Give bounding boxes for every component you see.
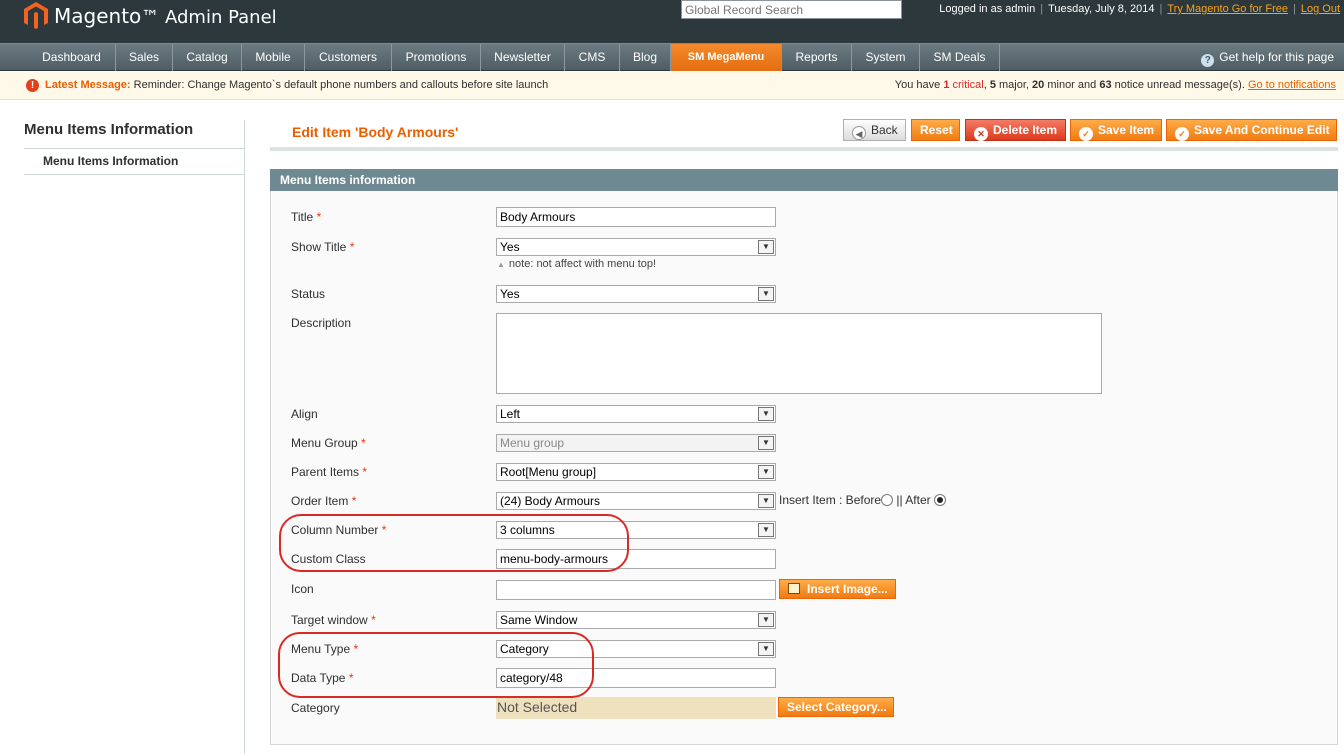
chevron-down-icon: ▼ bbox=[758, 642, 774, 656]
show-title-select[interactable]: Yes ▼ bbox=[496, 238, 776, 256]
insert-image-button[interactable]: Insert Image... bbox=[779, 579, 896, 599]
nav-reports[interactable]: Reports bbox=[782, 44, 852, 71]
admin-header: Magento™ Admin Panel Logged in as admin|… bbox=[0, 0, 1344, 43]
nav-promotions[interactable]: Promotions bbox=[392, 44, 481, 71]
reset-button[interactable]: Reset bbox=[911, 119, 960, 141]
insert-before-radio[interactable] bbox=[881, 494, 894, 506]
annotation-highlight-menu-data-type bbox=[278, 632, 594, 698]
back-button[interactable]: ◀ Back bbox=[843, 119, 906, 141]
nav-sales[interactable]: Sales bbox=[116, 44, 173, 71]
parent-items-label: Parent Items * bbox=[291, 465, 368, 479]
icon-input[interactable] bbox=[496, 580, 776, 600]
delete-item-button[interactable]: ✕ Delete Item bbox=[965, 119, 1066, 141]
sidebar-border bbox=[244, 120, 245, 754]
magento-logo[interactable]: Magento™ Admin Panel bbox=[24, 1, 277, 31]
icon-label: Icon bbox=[291, 582, 314, 596]
nav-mobile[interactable]: Mobile bbox=[242, 44, 305, 71]
nav-customers[interactable]: Customers bbox=[305, 44, 392, 71]
help-label: Get help for this page bbox=[1219, 50, 1334, 64]
annotation-highlight-column-class bbox=[279, 514, 629, 572]
chevron-down-icon: ▼ bbox=[758, 465, 774, 479]
align-select[interactable]: Left ▼ bbox=[496, 405, 776, 423]
fieldset-title: Menu Items information bbox=[270, 169, 1338, 191]
help-icon: ? bbox=[1201, 54, 1215, 67]
chevron-down-icon: ▼ bbox=[758, 613, 774, 627]
insert-after-radio[interactable] bbox=[933, 494, 946, 506]
nav-sm-megamenu[interactable]: SM MegaMenu bbox=[671, 44, 782, 71]
main-nav: Dashboard Sales Catalog Mobile Customers… bbox=[0, 43, 1344, 71]
align-label: Align bbox=[291, 407, 318, 421]
magento-logo-icon bbox=[24, 2, 48, 29]
chevron-down-icon: ▼ bbox=[758, 523, 774, 537]
show-title-note: ▲ note: not affect with menu top! bbox=[497, 258, 657, 270]
menu-group-select: Menu group ▼ bbox=[496, 434, 776, 452]
back-arrow-icon: ◀ bbox=[852, 126, 866, 140]
content-header-divider bbox=[270, 147, 1338, 151]
panel-title: Admin Panel bbox=[165, 7, 277, 28]
chevron-down-icon: ▼ bbox=[758, 407, 774, 421]
chevron-down-icon: ▼ bbox=[758, 494, 774, 508]
chevron-down-icon: ▼ bbox=[758, 436, 774, 450]
nav-blog[interactable]: Blog bbox=[620, 44, 671, 71]
description-textarea[interactable] bbox=[496, 313, 1102, 394]
brand-name: Magento bbox=[54, 4, 142, 28]
status-select[interactable]: Yes ▼ bbox=[496, 285, 776, 303]
date-text: Tuesday, July 8, 2014 bbox=[1048, 3, 1155, 15]
chevron-down-icon: ▼ bbox=[758, 287, 774, 301]
nav-system[interactable]: System bbox=[852, 44, 920, 71]
menu-group-label: Menu Group * bbox=[291, 436, 366, 450]
latest-message-text: Reminder: Change Magento`s default phone… bbox=[133, 79, 549, 91]
save-item-button[interactable]: ✓ Save Item bbox=[1070, 119, 1162, 141]
note-triangle-icon: ▲ bbox=[497, 260, 505, 269]
checkmark-icon: ✓ bbox=[1175, 127, 1189, 141]
category-label: Category bbox=[291, 701, 340, 715]
nav-sm-deals[interactable]: SM Deals bbox=[920, 44, 1000, 71]
sidebar-title: Menu Items Information bbox=[24, 121, 194, 138]
insert-item-position: Insert Item : Before || After bbox=[779, 493, 946, 507]
tab-menu-items-information[interactable]: Menu Items Information bbox=[24, 149, 245, 175]
description-label: Description bbox=[291, 316, 352, 330]
help-link[interactable]: ? Get help for this page bbox=[1201, 44, 1334, 70]
logout-link[interactable]: Log Out bbox=[1301, 3, 1340, 15]
target-window-select[interactable]: Same Window ▼ bbox=[496, 611, 776, 629]
nav-cms[interactable]: CMS bbox=[565, 44, 620, 71]
checkmark-icon: ✓ bbox=[1079, 127, 1093, 141]
category-value: Not Selected bbox=[496, 697, 776, 719]
order-item-select[interactable]: (24) Body Armours ▼ bbox=[496, 492, 776, 510]
logged-in-text: Logged in as admin bbox=[939, 3, 1036, 15]
system-message-bar: ! Latest Message: Reminder: Change Magen… bbox=[0, 71, 1344, 100]
show-title-label: Show Title * bbox=[291, 240, 355, 254]
title-input[interactable]: Body Armours bbox=[496, 207, 776, 227]
chevron-down-icon: ▼ bbox=[758, 240, 774, 254]
go-to-notifications-link[interactable]: Go to notifications bbox=[1248, 79, 1336, 91]
delete-icon: ✕ bbox=[974, 127, 988, 141]
alert-icon: ! bbox=[26, 79, 39, 92]
order-item-label: Order Item * bbox=[291, 494, 357, 508]
latest-message-label: Latest Message: bbox=[45, 79, 131, 91]
message-summary: You have 1 critical, 5 major, 20 minor a… bbox=[894, 79, 1336, 91]
header-links: Logged in as admin | Tuesday, July 8, 2014… bbox=[939, 3, 1340, 15]
nav-catalog[interactable]: Catalog bbox=[173, 44, 242, 71]
global-search-input[interactable] bbox=[681, 0, 902, 19]
image-icon bbox=[788, 583, 800, 594]
target-window-label: Target window * bbox=[291, 613, 376, 627]
nav-dashboard[interactable]: Dashboard bbox=[28, 44, 116, 71]
page-title: Edit Item 'Body Armours' bbox=[292, 124, 459, 140]
parent-items-select[interactable]: Root[Menu group] ▼ bbox=[496, 463, 776, 481]
select-category-button[interactable]: Select Category... bbox=[778, 697, 894, 717]
try-magento-go-link[interactable]: Try Magento Go for Free bbox=[1167, 3, 1288, 15]
nav-newsletter[interactable]: Newsletter bbox=[481, 44, 565, 71]
status-label: Status bbox=[291, 287, 326, 301]
save-and-continue-button[interactable]: ✓ Save And Continue Edit bbox=[1166, 119, 1337, 141]
title-label: Title * bbox=[291, 210, 322, 224]
